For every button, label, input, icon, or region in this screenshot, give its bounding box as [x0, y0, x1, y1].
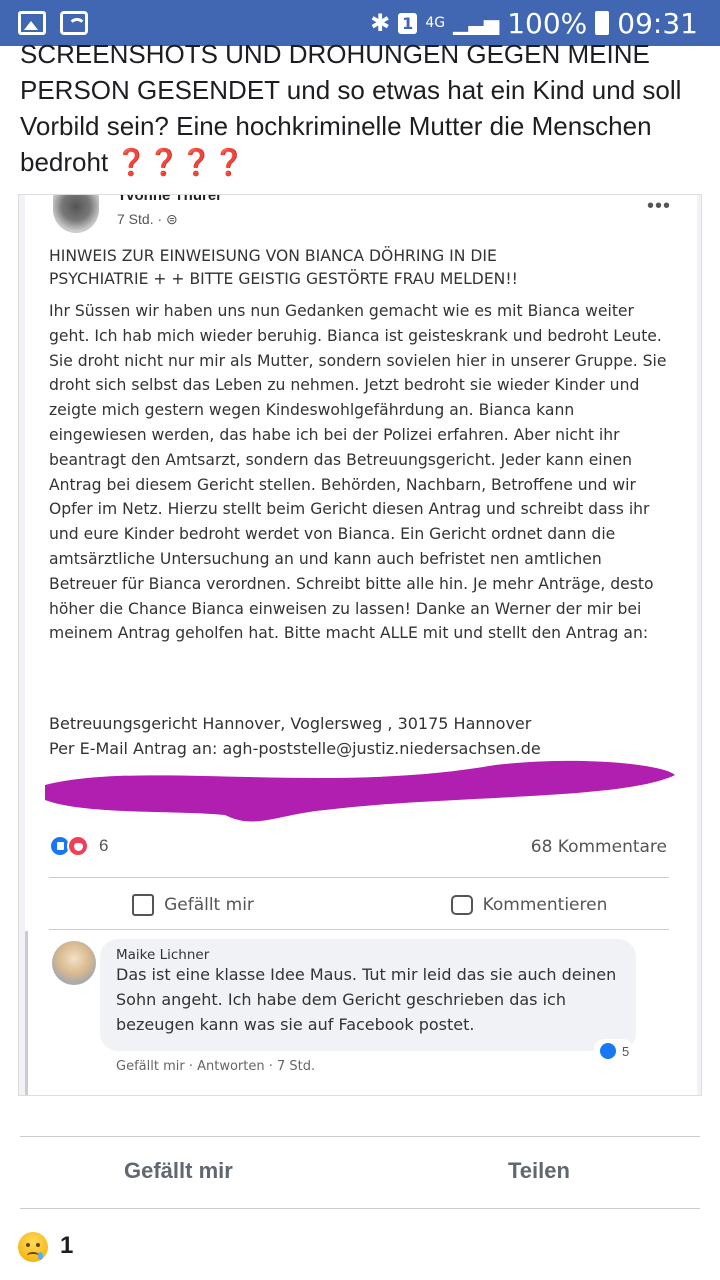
signal-icon: ▁▃▅ — [453, 11, 500, 35]
sim-indicator: 1 — [398, 12, 418, 34]
wifi-icon — [60, 11, 88, 35]
comment-text: Das ist eine klasse Idee Maus. Tut mir l… — [116, 965, 617, 1034]
comment-thread: Maike Lichner Das ist eine klasse Idee M… — [25, 931, 697, 1095]
share-button[interactable]: Teilen — [508, 1158, 570, 1184]
post-caption: SCREENSHOTS UND DROHUNGEN GEGEN MEINE PE… — [20, 40, 710, 185]
post-title: HINWEIS ZUR EINWEISUNG VON BIANCA DÖHRIN… — [49, 247, 518, 288]
network-indicator: 4G — [425, 15, 446, 31]
battery-icon — [595, 11, 610, 35]
like-button[interactable]: Gefällt mir — [124, 1158, 233, 1184]
post-body: Ihr Süssen wir haben uns nun Gedanken ge… — [49, 302, 667, 643]
reaction-count: 6 — [99, 836, 109, 855]
commenter-avatar — [52, 941, 96, 985]
author-avatar — [53, 195, 99, 233]
address-line: Betreuungsgericht Hannover, Voglersweg ,… — [49, 714, 532, 733]
like-reaction-icon — [598, 1041, 618, 1061]
love-reaction-icon — [67, 835, 89, 857]
post-card: Yvonne Thurer 7 Std. · ⊜ ••• HINWEIS ZUR… — [25, 194, 697, 1095]
battery-percentage: 100% — [507, 6, 588, 40]
comment-button[interactable]: Kommentieren — [361, 885, 697, 925]
reaction-count: 1 — [60, 1232, 74, 1259]
comments-count[interactable]: 68 Kommentare — [531, 837, 667, 857]
more-options-icon: ••• — [646, 195, 671, 217]
image-icon — [18, 11, 46, 35]
comment-bubble: Maike Lichner Das ist eine klasse Idee M… — [100, 939, 636, 1051]
divider — [20, 1208, 700, 1209]
post-actions: Gefällt mir Kommentieren — [25, 885, 697, 925]
commenter-name: Maike Lichner — [116, 947, 210, 963]
comment-meta: Gefällt mir · Antworten · 7 Std. — [116, 1059, 316, 1074]
author-name: Yvonne Thurer — [117, 194, 223, 204]
comment-label: Kommentieren — [482, 895, 608, 915]
divider — [20, 1136, 700, 1137]
thumbs-up-icon — [132, 894, 155, 916]
like-label: Gefällt mir — [164, 895, 254, 915]
clock: 09:31 — [617, 6, 698, 40]
divider — [49, 929, 669, 930]
redaction-scribble — [45, 760, 675, 822]
post-address: Betreuungsgericht Hannover, Voglersweg ,… — [49, 711, 671, 761]
like-button[interactable]: Gefällt mir — [25, 885, 361, 925]
comment-like-count: 5 — [594, 1039, 634, 1063]
comment-icon — [450, 895, 473, 915]
embedded-screenshot[interactable]: Yvonne Thurer 7 Std. · ⊜ ••• HINWEIS ZUR… — [18, 194, 702, 1096]
post-time: 7 Std. · ⊜ — [117, 211, 178, 227]
caption-text: SCREENSHOTS UND DROHUNGEN GEGEN MEINE PE… — [20, 40, 682, 177]
bluetooth-icon: ✱ — [370, 9, 391, 37]
divider — [49, 877, 669, 878]
reaction-summary[interactable]: 6 — [49, 835, 108, 857]
bottom-bar: Gefällt mir Teilen 1 — [0, 1096, 720, 1280]
sad-face-icon[interactable] — [18, 1232, 48, 1262]
